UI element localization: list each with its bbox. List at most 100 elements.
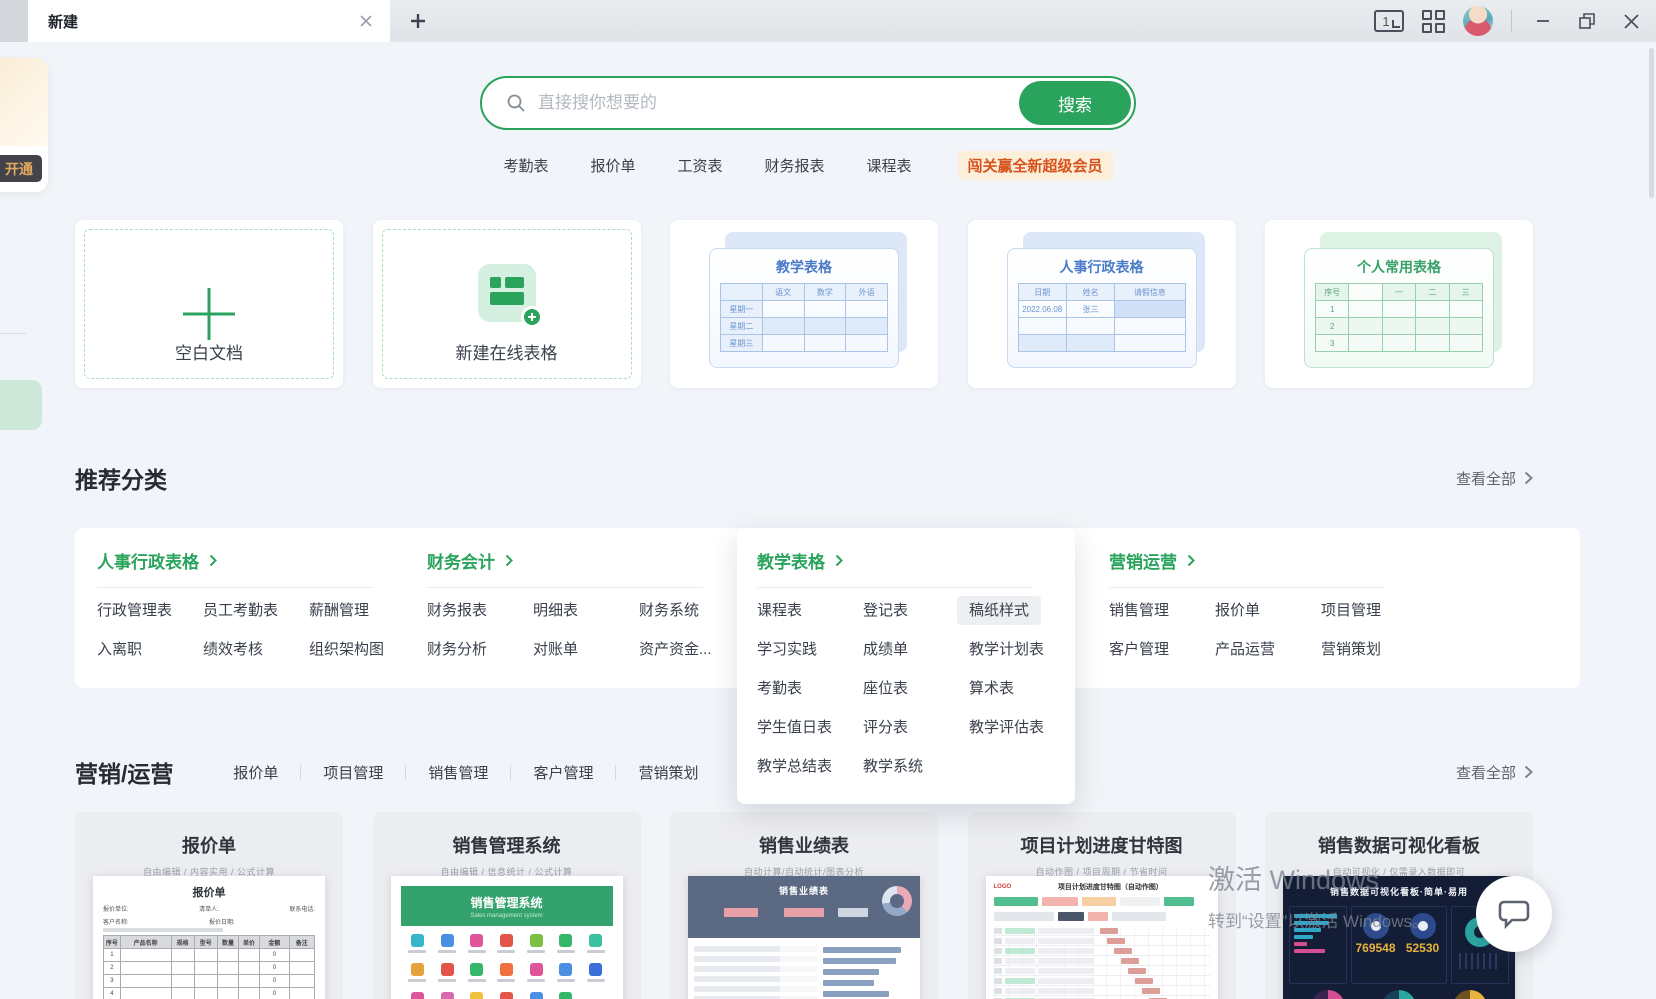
marketing-links: 报价单 项目管理 销售管理 客户管理 营销策划: [233, 762, 698, 783]
tab-new-document[interactable]: 新建: [28, 0, 390, 42]
category-item[interactable]: 行政管理表: [97, 599, 203, 620]
category-header-marketing[interactable]: 营销运营: [1109, 548, 1405, 573]
preview-title: 教学表格: [720, 257, 888, 277]
chevron-right-icon: [1187, 554, 1195, 567]
marketing-link[interactable]: 销售管理: [428, 762, 488, 783]
template-sales-system-card[interactable]: 销售管理系统 自由编辑 / 信息统计 / 公式计算 销售管理系统 Sales m…: [373, 812, 641, 999]
category-item[interactable]: 课程表: [757, 599, 863, 620]
category-item[interactable]: 报价单: [1215, 599, 1321, 620]
category-item[interactable]: 绩效考核: [203, 638, 309, 659]
template-title: 报价单: [75, 832, 343, 858]
category-item[interactable]: 登记表: [863, 599, 969, 620]
category-item[interactable]: 学生值日表: [757, 716, 863, 737]
new-tab-button[interactable]: [404, 7, 432, 35]
template-thumbnails-row: 报价单 自由编辑 / 内容实用 / 公式计算 报价单 报价单位: 清单人: 联系…: [75, 812, 1533, 999]
category-item-highlighted[interactable]: 稿纸样式: [969, 599, 1073, 620]
open-membership-label: 开通: [5, 159, 33, 179]
window-count-corner: [1392, 20, 1400, 28]
category-item[interactable]: 对账单: [533, 638, 639, 659]
category-item[interactable]: 成绩单: [863, 638, 969, 659]
category-item[interactable]: 营销策划: [1321, 638, 1425, 659]
marketing-link[interactable]: 营销策划: [638, 762, 698, 783]
bar-chart: [817, 942, 914, 999]
new-online-sheet-card[interactable]: 新建在线表格: [373, 220, 641, 388]
category-header-finance[interactable]: 财务会计: [427, 548, 723, 573]
metric-panel: 769548 52530: [1351, 906, 1447, 984]
template-sales-performance-card[interactable]: 销售业绩表 自动计算/自动统计/图表分析 销售业绩表: [670, 812, 938, 999]
open-membership-tag[interactable]: 开通: [0, 155, 42, 182]
gantt-body: [994, 926, 1210, 999]
category-item[interactable]: 教学计划表: [969, 638, 1073, 659]
category-item[interactable]: 明细表: [533, 599, 639, 620]
blank-document-card[interactable]: 空白文档: [75, 220, 343, 388]
close-button[interactable]: [1618, 8, 1644, 34]
category-item[interactable]: 组织架构图: [309, 638, 413, 659]
category-item[interactable]: 员工考勤表: [203, 599, 309, 620]
marketing-view-all[interactable]: 查看全部: [1456, 762, 1533, 783]
category-item[interactable]: 客户管理: [1109, 638, 1215, 659]
workspace-grid-icon[interactable]: [1422, 10, 1445, 33]
category-header-teaching[interactable]: 教学表格: [757, 548, 1075, 573]
chat-assistant-button[interactable]: [1476, 876, 1552, 952]
user-avatar[interactable]: [1463, 6, 1493, 36]
category-item[interactable]: 算术表: [969, 677, 1073, 698]
category-item[interactable]: 教学系统: [863, 755, 969, 776]
window-count: 1: [1382, 14, 1389, 29]
category-item[interactable]: 财务报表: [427, 599, 533, 620]
hr-template-card[interactable]: 人事行政表格 日期姓名请假信息 2022.06.08张三: [968, 220, 1236, 388]
personal-template-card[interactable]: 个人常用表格 序号一二三 1 2 3: [1265, 220, 1533, 388]
category-header-hr[interactable]: 人事行政表格: [97, 548, 393, 573]
category-item[interactable]: 评分表: [863, 716, 969, 737]
search-button[interactable]: 搜索: [1019, 81, 1131, 125]
preview-front-sheet: 人事行政表格 日期姓名请假信息 2022.06.08张三: [1007, 248, 1197, 368]
template-gantt-card[interactable]: 项目计划进度甘特图 自动作图 / 项目周期 / 节省时间 LOGO 项目计划进度…: [968, 812, 1236, 999]
category-item[interactable]: 薪酬管理: [309, 599, 413, 620]
restore-button[interactable]: [1574, 8, 1600, 34]
template-quote-card[interactable]: 报价单 自由编辑 / 内容实用 / 公式计算 报价单 报价单位: 清单人: 联系…: [75, 812, 343, 999]
quick-link[interactable]: 报价单: [590, 155, 635, 176]
category-item[interactable]: 财务系统: [639, 599, 743, 620]
category-item[interactable]: 教学评估表: [969, 716, 1073, 737]
category-item[interactable]: 座位表: [863, 677, 969, 698]
category-item[interactable]: 销售管理: [1109, 599, 1215, 620]
tab-close-icon[interactable]: [356, 11, 376, 31]
quick-link[interactable]: 工资表: [677, 155, 722, 176]
view-all-label: 查看全部: [1456, 468, 1516, 489]
member-promo-link[interactable]: 闯关赢全新超级会员: [958, 151, 1113, 180]
recommend-view-all[interactable]: 查看全部: [1456, 468, 1533, 489]
search-bar: 搜索: [480, 76, 1136, 130]
mini-bar-chart: [1289, 906, 1347, 984]
window-count-icon[interactable]: 1: [1374, 10, 1404, 32]
category-item[interactable]: 财务分析: [427, 638, 533, 659]
spreadsheet-plus-icon: [478, 264, 536, 322]
donut-chart: [882, 886, 912, 916]
column-divider: [427, 587, 703, 588]
marketing-link[interactable]: 客户管理: [533, 762, 593, 783]
teaching-template-card[interactable]: 教学表格 语文数学外语 星期一 星期二 星期三: [670, 220, 938, 388]
minimize-button[interactable]: [1530, 8, 1556, 34]
category-item[interactable]: 考勤表: [757, 677, 863, 698]
header-chips: [986, 894, 1218, 909]
scrollbar-thumb[interactable]: [1649, 48, 1654, 198]
category-item[interactable]: 项目管理: [1321, 599, 1425, 620]
template-title: 项目计划进度甘特图: [968, 832, 1236, 858]
category-item[interactable]: 产品运营: [1215, 638, 1321, 659]
category-item[interactable]: 入离职: [97, 638, 203, 659]
quick-links: 考勤表 报价单 工资表 财务报表 课程表 闯关赢全新超级会员: [480, 150, 1136, 180]
quote-preview: 报价单 报价单位: 清单人: 联系电话: 客户名称: 报价日期: 序号 产品名称: [93, 876, 325, 999]
marketing-link[interactable]: 报价单: [233, 762, 278, 783]
rail-category-block[interactable]: [0, 380, 42, 430]
category-item[interactable]: 学习实践: [757, 638, 863, 659]
quick-link[interactable]: 财务报表: [765, 155, 825, 176]
titlebar-separator: [1511, 10, 1512, 32]
category-column-marketing: 营销运营 销售管理 报价单 项目管理 客户管理 产品运营 营销策划: [1087, 528, 1405, 688]
preview-header: 销售业绩表: [688, 876, 920, 938]
quick-link[interactable]: 课程表: [867, 155, 912, 176]
recommend-section-head: 推荐分类 查看全部: [75, 460, 1533, 496]
quick-link[interactable]: 考勤表: [503, 155, 548, 176]
marketing-link[interactable]: 项目管理: [323, 762, 383, 783]
chevron-right-icon: [505, 554, 513, 567]
category-item[interactable]: 资产资金...: [639, 638, 743, 659]
category-item[interactable]: 教学总结表: [757, 755, 863, 776]
category-name: 人事行政表格: [97, 548, 199, 573]
